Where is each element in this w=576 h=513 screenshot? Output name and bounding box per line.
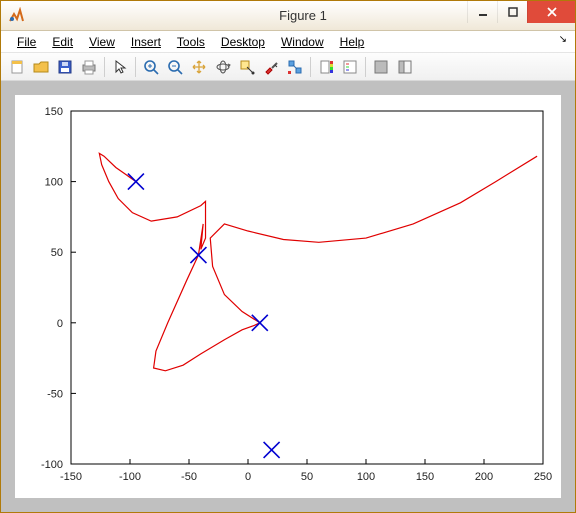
zoom-in-icon[interactable] — [139, 55, 163, 79]
zoom-out-icon[interactable] — [163, 55, 187, 79]
brush-icon[interactable] — [259, 55, 283, 79]
svg-text:250: 250 — [534, 471, 552, 483]
axes[interactable]: -150-100-50050100150200250-100-500501001… — [15, 95, 561, 498]
maximize-button[interactable] — [497, 1, 527, 23]
menu-window[interactable]: Window — [275, 33, 330, 51]
close-button[interactable] — [527, 1, 575, 23]
svg-text:150: 150 — [45, 106, 63, 118]
colorbar-icon[interactable] — [314, 55, 338, 79]
svg-text:0: 0 — [57, 318, 63, 330]
svg-text:100: 100 — [45, 177, 63, 189]
menu-view[interactable]: View — [83, 33, 121, 51]
svg-text:100: 100 — [357, 471, 375, 483]
svg-text:-100: -100 — [119, 471, 141, 483]
rotate3d-icon[interactable] — [211, 55, 235, 79]
open-icon[interactable] — [29, 55, 53, 79]
svg-text:50: 50 — [301, 471, 313, 483]
legend-icon[interactable] — [338, 55, 362, 79]
figure-window: Figure 1 File Edit View Insert Tools Des… — [0, 0, 576, 513]
menu-desktop[interactable]: Desktop — [215, 33, 271, 51]
window-buttons — [467, 1, 575, 23]
svg-text:-100: -100 — [41, 459, 63, 471]
matlab-icon — [1, 7, 31, 25]
svg-text:50: 50 — [51, 247, 63, 259]
pointer-icon[interactable] — [108, 55, 132, 79]
print-icon[interactable] — [77, 55, 101, 79]
menu-insert[interactable]: Insert — [125, 33, 167, 51]
menu-edit[interactable]: Edit — [46, 33, 79, 51]
menu-tools[interactable]: Tools — [171, 33, 211, 51]
data-cursor-icon[interactable] — [235, 55, 259, 79]
svg-text:0: 0 — [245, 471, 251, 483]
minimize-button[interactable] — [467, 1, 497, 23]
titlebar[interactable]: Figure 1 — [1, 1, 575, 31]
link-icon[interactable] — [283, 55, 307, 79]
client-area: -150-100-50050100150200250-100-500501001… — [1, 81, 575, 512]
pan-icon[interactable] — [187, 55, 211, 79]
save-icon[interactable] — [53, 55, 77, 79]
svg-text:150: 150 — [416, 471, 434, 483]
dock-icon[interactable] — [393, 55, 417, 79]
plot-area[interactable]: -150-100-50050100150200250-100-500501001… — [15, 95, 561, 498]
new-figure-icon[interactable] — [5, 55, 29, 79]
menubar: File Edit View Insert Tools Desktop Wind… — [1, 31, 575, 53]
toolbar — [1, 53, 575, 81]
hide-tools-icon[interactable] — [369, 55, 393, 79]
dock-arrow-icon[interactable]: ↘ — [559, 34, 567, 45]
svg-text:-50: -50 — [181, 471, 197, 483]
svg-text:200: 200 — [475, 471, 493, 483]
svg-text:-150: -150 — [60, 471, 82, 483]
svg-text:-50: -50 — [47, 388, 63, 400]
menu-file[interactable]: File — [11, 33, 42, 51]
menu-help[interactable]: Help — [334, 33, 371, 51]
